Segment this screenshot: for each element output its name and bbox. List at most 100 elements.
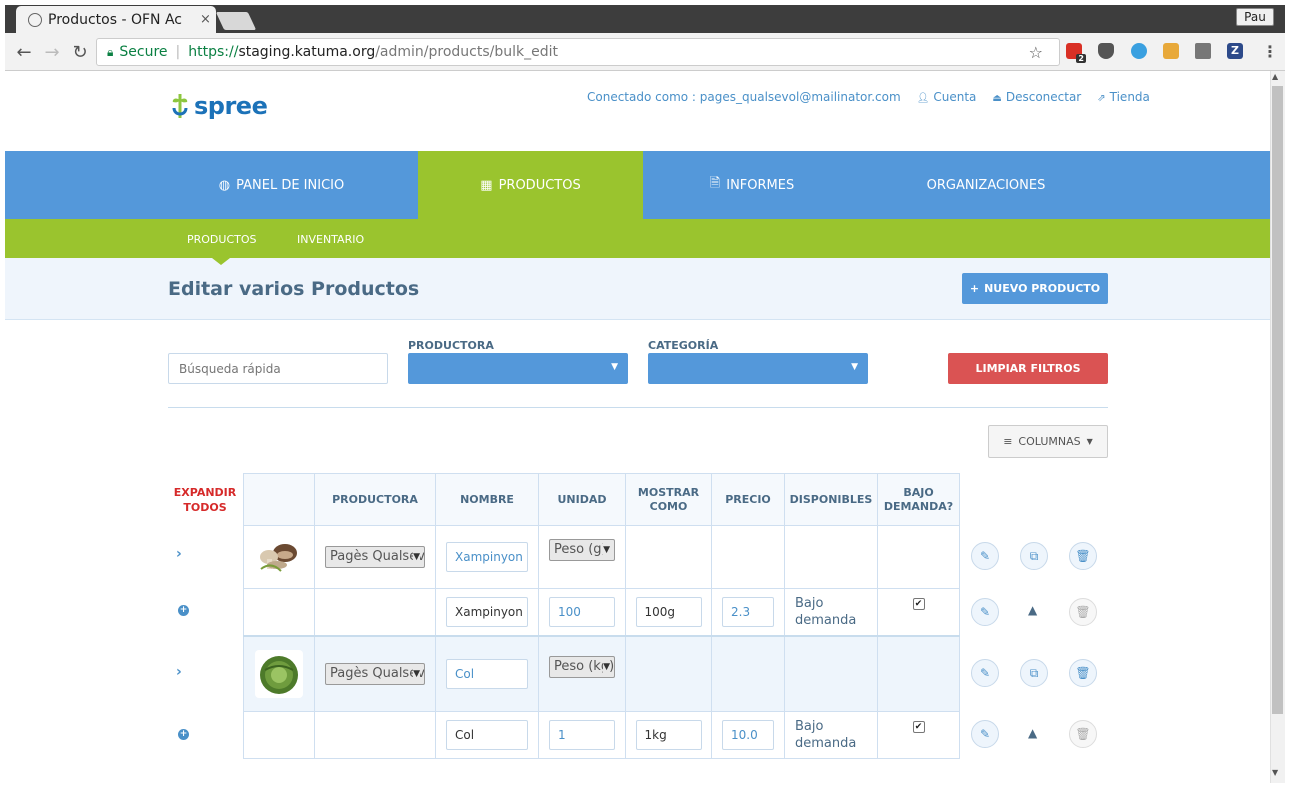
nav-dashboard[interactable]: ◍ PANEL DE INICIO	[145, 151, 418, 219]
clear-filters-button[interactable]: LIMPIAR FILTROS	[948, 353, 1108, 384]
nav-organizations[interactable]: ORGANIZACIONES	[861, 151, 1111, 219]
expand-row-icon[interactable]: ›	[176, 664, 182, 680]
columns-label: COLUMNAS	[1018, 435, 1081, 448]
logged-in-as: Conectado como : pages_qualsevol@mailina…	[587, 90, 901, 104]
unit-column-header[interactable]: UNIDAD	[538, 473, 626, 526]
add-variant-icon[interactable]: +	[178, 729, 189, 740]
variant-name-input[interactable]: Xampinyon	[446, 596, 528, 627]
unit-value: Peso (g)	[554, 542, 607, 557]
price-input[interactable]: 2.3	[722, 596, 774, 627]
page-title: Editar varios Productos	[168, 278, 420, 300]
grid-icon: ▦	[480, 177, 493, 193]
store-link[interactable]: ⇗ Tienda	[1097, 90, 1150, 104]
delete-icon[interactable]: 🗑︎	[1069, 659, 1097, 687]
edit-icon[interactable]: ✎	[971, 598, 999, 626]
unit-value-input[interactable]: 1	[549, 720, 615, 750]
display-as-column-header[interactable]: MOSTRAR COMO	[625, 473, 712, 526]
pocket-icon[interactable]	[1098, 43, 1114, 59]
delete-icon[interactable]: 🗑︎	[1069, 720, 1097, 748]
add-variant-icon[interactable]: +	[178, 605, 189, 616]
extension-z-icon[interactable]: Z	[1227, 43, 1243, 59]
producer-cell: Pagès Qualsevol▼	[314, 634, 436, 712]
product-name-input[interactable]: Xampinyon	[446, 542, 528, 572]
name-column-header[interactable]: NOMBRE	[435, 473, 539, 526]
browser-tab[interactable]: Productos - OFN Ac ×	[16, 6, 216, 33]
logout-label: Desconectar	[1005, 90, 1082, 104]
scroll-down-icon[interactable]: ▼	[1272, 768, 1278, 777]
caret-down-icon: ▼	[603, 656, 610, 677]
name-cell: Col	[435, 634, 539, 712]
extension-todo-icon[interactable]: 2	[1066, 43, 1086, 63]
account-link[interactable]: 👤︎ Cuenta	[917, 90, 977, 104]
camera-icon[interactable]	[1195, 43, 1211, 59]
producer-select[interactable]: Pagès Qualsevol▼	[325, 662, 425, 685]
extension-face-icon[interactable]	[1163, 43, 1179, 59]
sprout-icon	[172, 94, 188, 118]
new-product-button[interactable]: + NUEVO PRODUCTO	[962, 273, 1108, 304]
quick-search-input[interactable]	[168, 353, 388, 384]
tab-close-icon[interactable]: ×	[200, 12, 211, 27]
unit-select[interactable]: Peso (kg) ▼	[549, 655, 615, 678]
on-hand-column-header[interactable]: DISPONIBLES	[784, 473, 878, 526]
producer-column-header[interactable]: PRODUCTORA	[314, 473, 436, 526]
unit-cell: 100	[538, 588, 626, 636]
display-as-cell	[625, 634, 712, 712]
dashboard-icon: ◍	[218, 177, 231, 193]
on-demand-cell	[877, 634, 960, 712]
forward-icon[interactable]: →	[42, 42, 62, 63]
product-name-input[interactable]: Col	[446, 658, 528, 689]
account-label: Cuenta	[933, 90, 977, 104]
extension-badge: 2	[1076, 54, 1086, 63]
nav-organizations-label: ORGANIZACIONES	[926, 177, 1046, 193]
new-product-label: NUEVO PRODUCTO	[984, 282, 1101, 295]
scroll-up-icon[interactable]: ▲	[1272, 72, 1278, 81]
extension-bird-icon[interactable]	[1131, 43, 1147, 59]
reload-icon[interactable]: ↻	[70, 42, 90, 63]
nav-products[interactable]: ▦ PRODUCTOS	[418, 151, 643, 219]
producer-select[interactable]: Pagès Qualsevol▼	[325, 546, 425, 568]
price-cell	[711, 634, 785, 712]
display-as-input[interactable]: 1kg	[635, 720, 702, 750]
bookmark-star-icon[interactable]: ☆	[1029, 43, 1043, 62]
cabbage-image[interactable]	[255, 649, 303, 698]
variant-name-input[interactable]: Col	[446, 720, 528, 750]
url-host: staging.katuma.org	[238, 44, 376, 60]
profile-button[interactable]: Pau	[1236, 8, 1274, 26]
unit-cell: Peso (kg) ▼	[538, 634, 626, 712]
caret-down-icon: ▼	[413, 547, 420, 567]
clone-icon[interactable]: ⧉	[1020, 659, 1048, 687]
unit-select[interactable]: Peso (g) ▼	[549, 539, 615, 561]
plus-icon: +	[969, 282, 980, 295]
expand-all-link[interactable]: EXPANDIR TODOS	[170, 485, 240, 515]
on-demand-checkbox[interactable]: ✔	[912, 721, 925, 733]
category-filter-select[interactable]: ▼	[648, 353, 868, 384]
spree-logo[interactable]: spree	[170, 92, 268, 120]
subnav-inventory[interactable]: INVENTARIO	[297, 233, 364, 246]
logout-link[interactable]: ⏏︎ Desconectar	[992, 90, 1081, 104]
image-cell	[243, 634, 315, 712]
mushrooms-image[interactable]	[255, 533, 303, 581]
name-cell: Xampinyon	[435, 588, 539, 636]
delete-icon[interactable]: 🗑︎	[1069, 598, 1097, 626]
scrollbar-thumb[interactable]	[1272, 86, 1283, 714]
variant-row: Col 1 1kg 10.0 Bajo demanda ✔	[243, 711, 960, 759]
on-demand-checkbox[interactable]: ✔	[912, 597, 925, 610]
producer-filter-select[interactable]: ▼	[408, 353, 628, 384]
columns-dropdown-button[interactable]: ≡ COLUMNAS ▼	[988, 425, 1108, 458]
display-as-input[interactable]: 100g	[635, 596, 702, 627]
subnav-products[interactable]: PRODUCTOS	[187, 233, 257, 246]
expand-row-icon[interactable]: ›	[176, 546, 182, 562]
clone-icon[interactable]: ⧉	[1020, 542, 1048, 570]
unit-value-input[interactable]: 100	[549, 596, 615, 627]
price-input[interactable]: 10.0	[722, 720, 774, 750]
price-column-header[interactable]: PRECIO	[711, 473, 785, 526]
address-bar[interactable]: 🔒︎ Secure | https://staging.katuma.org/a…	[96, 38, 1060, 66]
back-icon[interactable]: ←	[14, 42, 34, 63]
edit-icon[interactable]: ✎	[971, 659, 999, 687]
nav-reports[interactable]: 🗎︎ INFORMES	[643, 151, 861, 219]
on-demand-column-header[interactable]: BAJO DEMANDA?	[877, 473, 960, 526]
edit-icon[interactable]: ✎	[971, 720, 999, 748]
delete-icon[interactable]: 🗑︎	[1069, 542, 1097, 570]
browser-menu-icon[interactable]: ⋮	[1262, 42, 1278, 61]
edit-icon[interactable]: ✎	[971, 542, 999, 570]
